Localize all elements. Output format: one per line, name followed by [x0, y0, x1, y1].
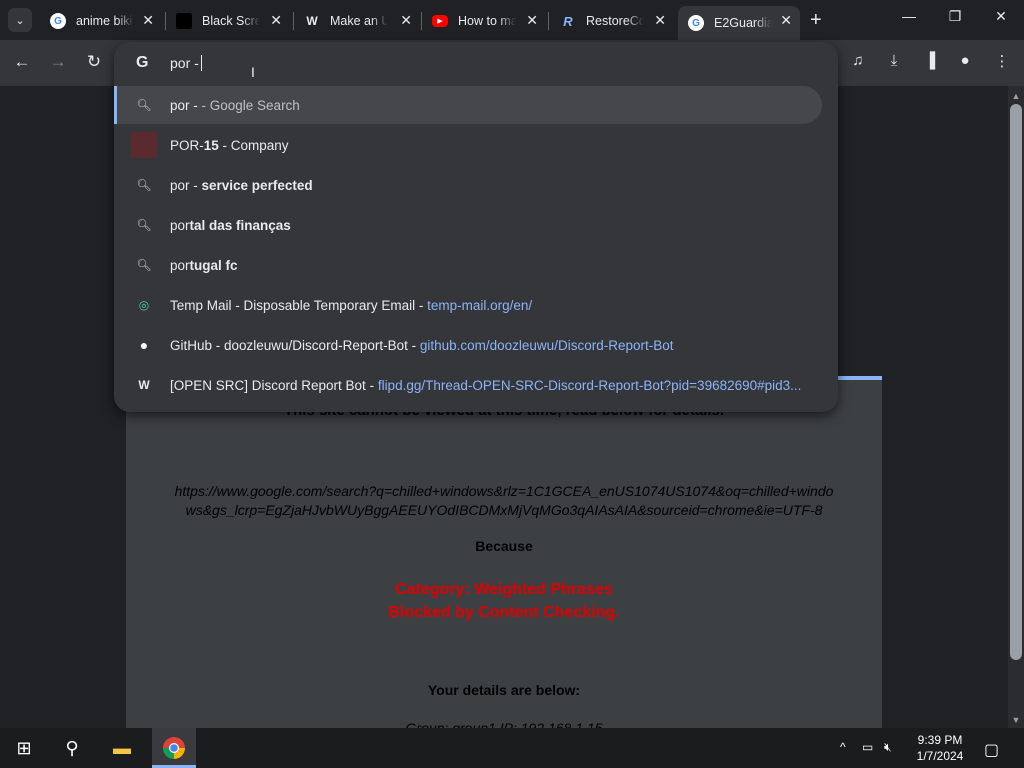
side-panel-icon[interactable]: ▐: [919, 52, 941, 69]
search-icon: 🔍︎: [136, 258, 152, 272]
media-control-icon[interactable]: ♫: [847, 52, 869, 69]
windows-start-icon[interactable]: ⊞: [12, 736, 36, 760]
suggestion-text: por - - Google Search: [170, 97, 300, 113]
volume-muted-icon[interactable]: 🔇︎: [884, 740, 892, 755]
reload-icon[interactable]: ↻: [83, 52, 105, 72]
suggestion-text: Temp Mail - Disposable Temporary Email -…: [170, 297, 533, 313]
tab-title: E2Guardia: [714, 16, 772, 30]
suggestion-portugal-fc[interactable]: 🔍︎ portugal fc: [114, 246, 822, 284]
download-icon[interactable]: ⤓: [883, 52, 905, 69]
taskbar-clock[interactable]: 9:39 PM 1/7/2024: [900, 732, 980, 764]
because-label: Because: [475, 538, 533, 554]
close-window-button[interactable]: ✕: [986, 8, 1016, 32]
ibeam-cursor-icon: I: [251, 64, 255, 80]
suggestion-text: POR-15 - Company: [170, 137, 289, 153]
youtube-icon: ▶: [432, 15, 448, 27]
black-square-icon: [176, 13, 192, 29]
suggestion-text: por - service perfected: [170, 177, 313, 193]
search-icon: 🔍︎: [136, 218, 152, 232]
tab-strip: ⌄ G anime biki ✕ Black Scre ✕ W Make an …: [0, 0, 1024, 40]
github-icon: ●: [139, 337, 149, 353]
tab-3[interactable]: W Make an U ✕: [294, 6, 420, 36]
file-explorer-icon[interactable]: ▬: [110, 736, 134, 760]
tab-title: RestoreCo: [586, 14, 644, 28]
tab-search-button[interactable]: ⌄: [8, 8, 32, 32]
block-category: Category: Weighted Phrases: [395, 581, 613, 598]
tab-title: Make an U: [330, 14, 388, 28]
scroll-up-arrow-icon[interactable]: ▲: [1008, 88, 1024, 104]
text-caret: [201, 55, 202, 71]
close-tab-icon[interactable]: ✕: [654, 12, 666, 29]
notifications-icon[interactable]: ▢: [984, 740, 999, 760]
forward-arrow-icon[interactable]: →: [47, 52, 69, 72]
scroll-down-arrow-icon[interactable]: ▼: [1008, 712, 1024, 728]
suggestion-temp-mail[interactable]: ◎ Temp Mail - Disposable Temporary Email…: [114, 286, 822, 324]
close-tab-icon[interactable]: ✕: [142, 12, 154, 29]
search-icon: 🔍︎: [136, 98, 152, 112]
block-method: Blocked by Content Checking.: [388, 604, 620, 621]
close-tab-icon[interactable]: ✕: [270, 12, 282, 29]
tab-divider: [548, 12, 549, 30]
suggestion-text: portugal fc: [170, 257, 238, 273]
tab-1[interactable]: G anime biki ✕: [40, 6, 162, 36]
omnibox-dropdown: G por - I 🔍︎ por - - Google Search POR-1…: [114, 42, 838, 412]
tab-2[interactable]: Black Scre ✕: [166, 6, 290, 36]
suggestion-flipd-report-bot[interactable]: W [OPEN SRC] Discord Report Bot - flipd.…: [114, 366, 822, 404]
flipd-icon: W: [138, 378, 150, 392]
suggestion-portal-das-financas[interactable]: 🔍︎ portal das finanças: [114, 206, 822, 244]
scroll-thumb[interactable]: [1010, 104, 1022, 660]
tray-overflow-icon[interactable]: ^: [840, 740, 846, 754]
tab-title: anime biki: [76, 14, 133, 28]
details-heading: Your details are below:: [427, 682, 581, 698]
block-reason: Category: Weighted Phrases Blocked by Co…: [126, 578, 882, 624]
tab-title: Black Scre: [202, 14, 260, 28]
network-icon[interactable]: ▭: [862, 740, 873, 754]
suggestion-text: [OPEN SRC] Discord Report Bot - flipd.gg…: [170, 377, 802, 393]
tab-title: How to ma: [458, 14, 516, 28]
suggestion-google-search[interactable]: 🔍︎ por - - Google Search: [114, 86, 822, 124]
clock-time: 9:39 PM: [917, 733, 963, 747]
blocked-url-line-2: ws&gs_lcrp=EgZjaHJvbWUyBggAEEUYOdIBCDMxM…: [185, 502, 823, 518]
menu-kebab-icon[interactable]: ⋮: [991, 52, 1013, 70]
temp-mail-icon: ◎: [138, 298, 150, 312]
por15-logo: [131, 132, 157, 158]
minimize-button[interactable]: —: [894, 8, 924, 32]
google-icon: G: [136, 54, 149, 71]
suggestion-por15[interactable]: POR-15 - Company: [114, 126, 822, 164]
suggestion-text: GitHub - doozleuwu/Discord-Report-Bot - …: [170, 337, 674, 353]
profile-icon[interactable]: ●: [954, 52, 976, 69]
suggestion-github-report-bot[interactable]: ● GitHub - doozleuwu/Discord-Report-Bot …: [114, 326, 822, 364]
tab-4[interactable]: ▶ How to ma ✕: [422, 6, 546, 36]
close-tab-icon[interactable]: ✕: [400, 12, 412, 29]
google-icon: G: [688, 15, 704, 31]
close-tab-icon[interactable]: ✕: [780, 12, 792, 29]
search-icon: 🔍︎: [136, 178, 152, 192]
suggestion-text: portal das finanças: [170, 217, 291, 233]
blocked-url-line-1: https://www.google.com/search?q=chilled+…: [174, 483, 834, 499]
address-input[interactable]: por -: [170, 55, 199, 71]
chrome-icon: [162, 736, 186, 760]
search-icon[interactable]: ⚲: [60, 736, 84, 760]
tab-5[interactable]: R RestoreCo ✕: [550, 6, 674, 36]
suggestion-service-perfected[interactable]: 🔍︎ por - service perfected: [114, 166, 822, 204]
tab-6-active[interactable]: G E2Guardia ✕: [678, 6, 800, 40]
r-logo-icon: R: [563, 13, 573, 29]
clock-date: 1/7/2024: [916, 749, 964, 763]
w-logo-icon: W: [306, 14, 318, 28]
google-icon: G: [50, 13, 66, 29]
close-tab-icon[interactable]: ✕: [526, 12, 538, 29]
address-bar[interactable]: G por - I: [114, 42, 838, 84]
block-page-panel: This site cannot be viewed at this time,…: [126, 376, 882, 736]
new-tab-button[interactable]: +: [810, 9, 822, 32]
back-arrow-icon[interactable]: ←: [11, 52, 33, 72]
blocked-url: https://www.google.com/search?q=chilled+…: [126, 482, 882, 520]
restore-button[interactable]: ❐: [940, 8, 970, 32]
